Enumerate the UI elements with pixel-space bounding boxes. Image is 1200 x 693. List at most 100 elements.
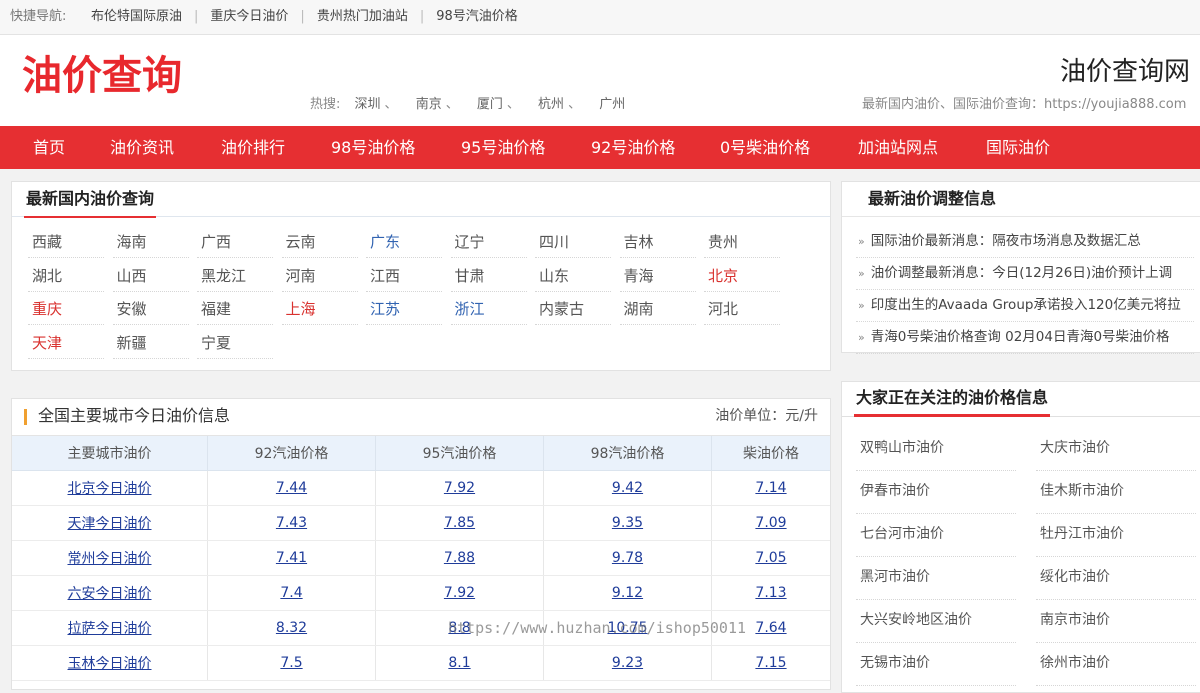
- province-link[interactable]: 甘肃: [450, 260, 527, 292]
- price-95-link[interactable]: 8.8: [448, 620, 470, 636]
- price-95-link[interactable]: 7.92: [444, 480, 475, 496]
- watched-item[interactable]: 无锡市油价: [856, 643, 1016, 686]
- hot-city-xiamen[interactable]: 厦门: [477, 97, 503, 112]
- price-98-link[interactable]: 9.23: [612, 655, 643, 671]
- news-item[interactable]: » 油价调整最新消息：今日(12月26日)油价预计上调: [856, 258, 1194, 290]
- news-item[interactable]: » 国际油价最新消息：隔夜市场消息及数据汇总: [856, 226, 1194, 258]
- watched-item[interactable]: 双鸭山市油价: [856, 428, 1016, 471]
- watched-item[interactable]: 南京市油价: [1036, 600, 1196, 643]
- quick-link-98-price[interactable]: 98号汽油价格: [436, 9, 518, 24]
- province-link[interactable]: 黑龙江: [197, 260, 273, 292]
- price-92-link[interactable]: 7.5: [280, 655, 302, 671]
- province-link[interactable]: 内蒙古: [535, 293, 611, 325]
- province-link[interactable]: 贵州: [704, 226, 780, 258]
- nav-95-price[interactable]: 95号油价格: [461, 126, 545, 169]
- province-link[interactable]: 海南: [112, 226, 189, 258]
- price-95-link[interactable]: 7.92: [444, 585, 475, 601]
- nav-92-price[interactable]: 92号油价格: [591, 126, 675, 169]
- price-92-link[interactable]: 8.32: [276, 620, 307, 636]
- price-diesel-link[interactable]: 7.14: [755, 480, 786, 496]
- nav-home[interactable]: 首页: [33, 126, 65, 169]
- city-link[interactable]: 常州今日油价: [68, 551, 152, 567]
- price-diesel-link[interactable]: 7.13: [755, 585, 786, 601]
- hot-city-guangzhou[interactable]: 广州: [599, 97, 625, 112]
- price-92-link[interactable]: 7.41: [276, 550, 307, 566]
- province-link[interactable]: 山西: [112, 260, 189, 292]
- province-link[interactable]: 青海: [619, 260, 696, 292]
- province-link[interactable]: 天津: [28, 327, 104, 359]
- nav-oil-news[interactable]: 油价资讯: [110, 126, 174, 169]
- price-diesel-link[interactable]: 7.05: [755, 550, 786, 566]
- site-logo[interactable]: 油价查询: [22, 43, 182, 101]
- price-98-link[interactable]: 9.42: [612, 480, 643, 496]
- province-link[interactable]: 山东: [535, 260, 611, 292]
- news-item[interactable]: » 青海0号柴油价格查询 02月04日青海0号柴油价格: [856, 322, 1194, 354]
- province-link[interactable]: 江西: [366, 260, 442, 292]
- hot-city-nanjing[interactable]: 南京: [416, 97, 442, 112]
- table-cell: 9.35: [543, 505, 712, 541]
- price-95-link[interactable]: 7.85: [444, 515, 475, 531]
- price-98-link[interactable]: 9.78: [612, 550, 643, 566]
- quick-link-chongqing[interactable]: 重庆今日油价: [210, 9, 288, 24]
- watched-item[interactable]: 大兴安岭地区油价: [856, 600, 1016, 643]
- price-diesel-link[interactable]: 7.09: [755, 515, 786, 531]
- province-link[interactable]: 河北: [704, 293, 780, 325]
- watched-item[interactable]: 绥化市油价: [1036, 557, 1196, 600]
- province-link[interactable]: 重庆: [28, 293, 104, 325]
- nav-98-price[interactable]: 98号油价格: [331, 126, 415, 169]
- price-95-link[interactable]: 8.1: [448, 655, 470, 671]
- news-item[interactable]: » 印度出生的Avaada Group承诺投入120亿美元将拉: [856, 290, 1194, 322]
- table-cell: 拉萨今日油价: [12, 610, 208, 646]
- province-link[interactable]: 广西: [197, 226, 273, 258]
- price-98-link[interactable]: 9.35: [612, 515, 643, 531]
- hot-city-hangzhou[interactable]: 杭州: [538, 97, 564, 112]
- price-92-link[interactable]: 7.4: [280, 585, 302, 601]
- province-link[interactable]: 辽宁: [450, 226, 527, 258]
- province-link[interactable]: 西藏: [28, 226, 104, 258]
- quick-link-guizhou-stations[interactable]: 贵州热门加油站: [317, 9, 408, 24]
- watched-item[interactable]: 七台河市油价: [856, 514, 1016, 557]
- province-link[interactable]: 吉林: [619, 226, 696, 258]
- watched-item[interactable]: 大庆市油价: [1036, 428, 1196, 471]
- nav-oil-ranking[interactable]: 油价排行: [221, 126, 285, 169]
- price-92-link[interactable]: 7.44: [276, 480, 307, 496]
- province-link[interactable]: 湖北: [28, 260, 104, 292]
- watched-item[interactable]: 黑河市油价: [856, 557, 1016, 600]
- province-link[interactable]: 江苏: [366, 293, 442, 325]
- nav-diesel-price[interactable]: 0号柴油价格: [720, 126, 810, 169]
- city-link[interactable]: 北京今日油价: [68, 481, 152, 497]
- city-link[interactable]: 玉林今日油价: [68, 656, 152, 672]
- province-link[interactable]: 广东: [366, 226, 442, 258]
- watched-item[interactable]: 牡丹江市油价: [1036, 514, 1196, 557]
- price-diesel-link[interactable]: 7.15: [755, 655, 786, 671]
- province-link[interactable]: 安徽: [112, 293, 189, 325]
- price-98-link[interactable]: 9.12: [612, 585, 643, 601]
- province-link[interactable]: 福建: [197, 293, 273, 325]
- province-link[interactable]: 湖南: [619, 293, 696, 325]
- hot-city-shenzhen[interactable]: 深圳: [355, 97, 381, 112]
- price-95-link[interactable]: 7.88: [444, 550, 475, 566]
- city-link[interactable]: 六安今日油价: [68, 586, 152, 602]
- watched-item[interactable]: 伊春市油价: [856, 471, 1016, 514]
- city-link[interactable]: 天津今日油价: [68, 516, 152, 532]
- watched-item[interactable]: 徐州市油价: [1036, 643, 1196, 686]
- watched-item[interactable]: 佳木斯市油价: [1036, 471, 1196, 514]
- table-cell: 9.78: [543, 540, 712, 576]
- nav-intl-oil[interactable]: 国际油价: [986, 126, 1050, 169]
- province-link[interactable]: 上海: [281, 293, 358, 325]
- quick-link-brent[interactable]: 布伦特国际原油: [91, 9, 182, 24]
- hot-search-label: 热搜:: [310, 97, 341, 112]
- province-link[interactable]: 新疆: [112, 327, 189, 359]
- province-link[interactable]: 北京: [704, 260, 780, 292]
- province-link[interactable]: 浙江: [450, 293, 527, 325]
- city-link[interactable]: 拉萨今日油价: [68, 621, 152, 637]
- province-link[interactable]: 河南: [281, 260, 358, 292]
- price-92-link[interactable]: 7.43: [276, 515, 307, 531]
- table-cell: 7.4: [207, 575, 376, 611]
- price-98-link[interactable]: 10.75: [607, 620, 647, 636]
- province-link[interactable]: 云南: [281, 226, 358, 258]
- price-diesel-link[interactable]: 7.64: [755, 620, 786, 636]
- nav-gas-stations[interactable]: 加油站网点: [858, 126, 938, 169]
- province-link[interactable]: 宁夏: [197, 327, 273, 359]
- province-link[interactable]: 四川: [535, 226, 611, 258]
